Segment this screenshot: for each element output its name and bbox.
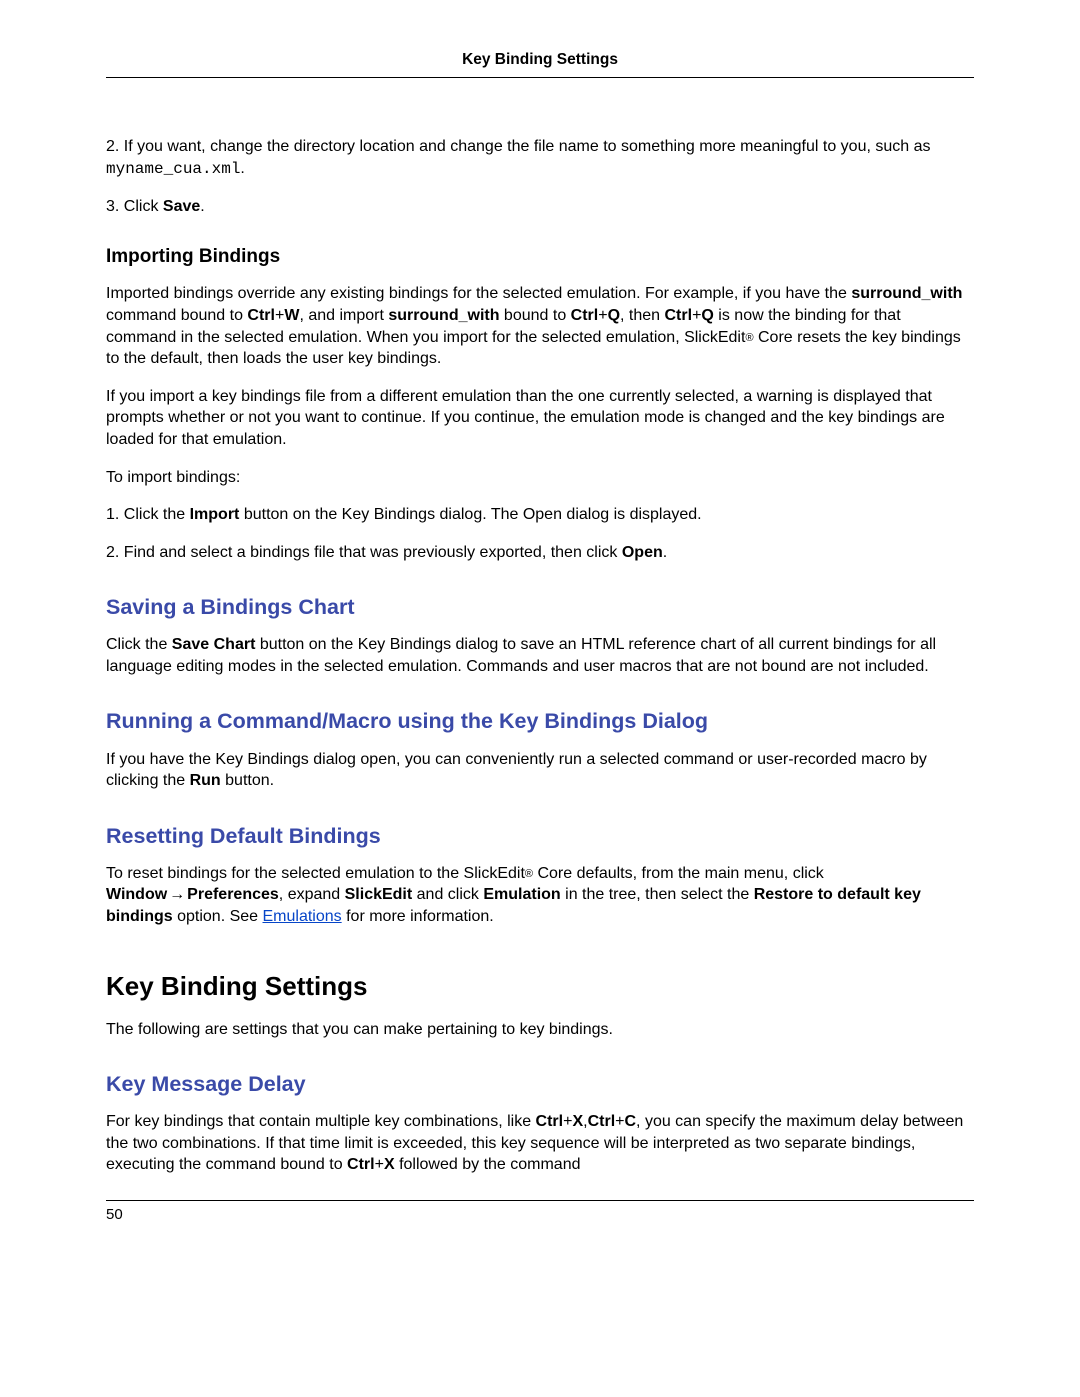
body-text: button on the Key Bindings dialog. The O… xyxy=(239,506,701,523)
bold-text: Ctrl xyxy=(536,1113,564,1130)
paragraph: The following are settings that you can … xyxy=(106,1019,974,1041)
bold-text: Save Chart xyxy=(172,636,256,653)
bold-text: Preferences xyxy=(187,886,279,903)
registered-mark: ® xyxy=(525,868,533,880)
bold-text: Emulation xyxy=(483,886,560,903)
list-item: 2. If you want, change the directory loc… xyxy=(106,136,974,180)
body-text: + xyxy=(275,307,284,324)
page: Key Binding Settings 2. If you want, cha… xyxy=(0,0,1080,1397)
paragraph: To import bindings: xyxy=(106,467,974,489)
body-text: Click the xyxy=(124,506,190,523)
body-text: + xyxy=(692,307,701,324)
list-marker: 3. xyxy=(106,198,119,215)
arrow-icon: → xyxy=(167,886,187,903)
paragraph: Imported bindings override any existing … xyxy=(106,283,974,369)
body-text: Imported bindings override any existing … xyxy=(106,285,851,302)
paragraph: If you import a key bindings file from a… xyxy=(106,386,974,451)
bold-text: surround_with xyxy=(388,307,499,324)
list-item: 2. Find and select a bindings file that … xyxy=(106,542,974,564)
body-text: Core defaults, from the main menu, click xyxy=(533,865,824,882)
emulations-link[interactable]: Emulations xyxy=(263,908,342,925)
body-text: + xyxy=(598,307,607,324)
body-text: Click xyxy=(124,198,163,215)
bold-text: Open xyxy=(622,544,663,561)
body-text: bound to xyxy=(499,307,570,324)
bold-text: Window xyxy=(106,886,167,903)
paragraph: To reset bindings for the selected emula… xyxy=(106,863,974,928)
body-text: and click xyxy=(412,886,483,903)
heading-saving-chart: Saving a Bindings Chart xyxy=(106,593,974,622)
bold-text: C xyxy=(624,1113,636,1130)
bold-text: Import xyxy=(190,506,240,523)
bold-text: SlickEdit xyxy=(345,886,413,903)
body-text: followed by the command xyxy=(395,1156,581,1173)
bold-text: Ctrl xyxy=(347,1156,375,1173)
bold-text: Ctrl xyxy=(588,1113,616,1130)
import-steps: 1. Click the Import button on the Key Bi… xyxy=(106,504,974,563)
list-item: 3. Click Save. xyxy=(106,196,974,218)
bold-text: X xyxy=(384,1156,395,1173)
paragraph: Click the Save Chart button on the Key B… xyxy=(106,634,974,677)
body-text: command bound to xyxy=(106,307,247,324)
subheading-importing: Importing Bindings xyxy=(106,244,974,270)
heading-key-binding-settings: Key Binding Settings xyxy=(106,969,974,1004)
registered-mark: ® xyxy=(745,332,753,344)
body-text: in the tree, then select the xyxy=(561,886,754,903)
bold-text: Ctrl xyxy=(247,307,275,324)
heading-key-message-delay: Key Message Delay xyxy=(106,1070,974,1099)
bold-text: Run xyxy=(190,772,221,789)
body-text: . xyxy=(200,198,204,215)
bold-text: W xyxy=(284,307,299,324)
list-item: 1. Click the Import button on the Key Bi… xyxy=(106,504,974,526)
filename-code: myname_cua.xml xyxy=(106,160,240,178)
body-text: Find and select a bindings file that was… xyxy=(124,544,622,561)
paragraph: For key bindings that contain multiple k… xyxy=(106,1111,974,1176)
list-marker: 1. xyxy=(106,506,119,523)
body-text: If you want, change the directory locati… xyxy=(124,138,931,155)
body-text: , then xyxy=(620,307,664,324)
bold-text: Q xyxy=(608,307,620,324)
bold-text: surround_with xyxy=(851,285,962,302)
export-steps-continued: 2. If you want, change the directory loc… xyxy=(106,136,974,218)
body-text: Click the xyxy=(106,636,172,653)
running-header: Key Binding Settings xyxy=(106,50,974,78)
body-text: + xyxy=(375,1156,384,1173)
body-text: . xyxy=(240,160,244,177)
bold-text: Ctrl xyxy=(665,307,693,324)
heading-resetting: Resetting Default Bindings xyxy=(106,822,974,851)
body-text: . xyxy=(663,544,667,561)
paragraph: If you have the Key Bindings dialog open… xyxy=(106,749,974,792)
body-text: , and import xyxy=(299,307,388,324)
body-text: , expand xyxy=(279,886,345,903)
bold-text: Save xyxy=(163,198,200,215)
bold-text: Q xyxy=(701,307,713,324)
body-text: for more information. xyxy=(342,908,494,925)
list-marker: 2. xyxy=(106,544,119,561)
heading-running-command: Running a Command/Macro using the Key Bi… xyxy=(106,707,974,736)
bold-text: X xyxy=(572,1113,583,1130)
body-text: option. See xyxy=(173,908,263,925)
body-text: button. xyxy=(221,772,274,789)
page-number: 50 xyxy=(106,1206,123,1223)
body-text: To reset bindings for the selected emula… xyxy=(106,865,525,882)
list-marker: 2. xyxy=(106,138,119,155)
body-text: For key bindings that contain multiple k… xyxy=(106,1113,536,1130)
bold-text: Ctrl xyxy=(571,307,599,324)
footer: 50 xyxy=(106,1200,974,1225)
